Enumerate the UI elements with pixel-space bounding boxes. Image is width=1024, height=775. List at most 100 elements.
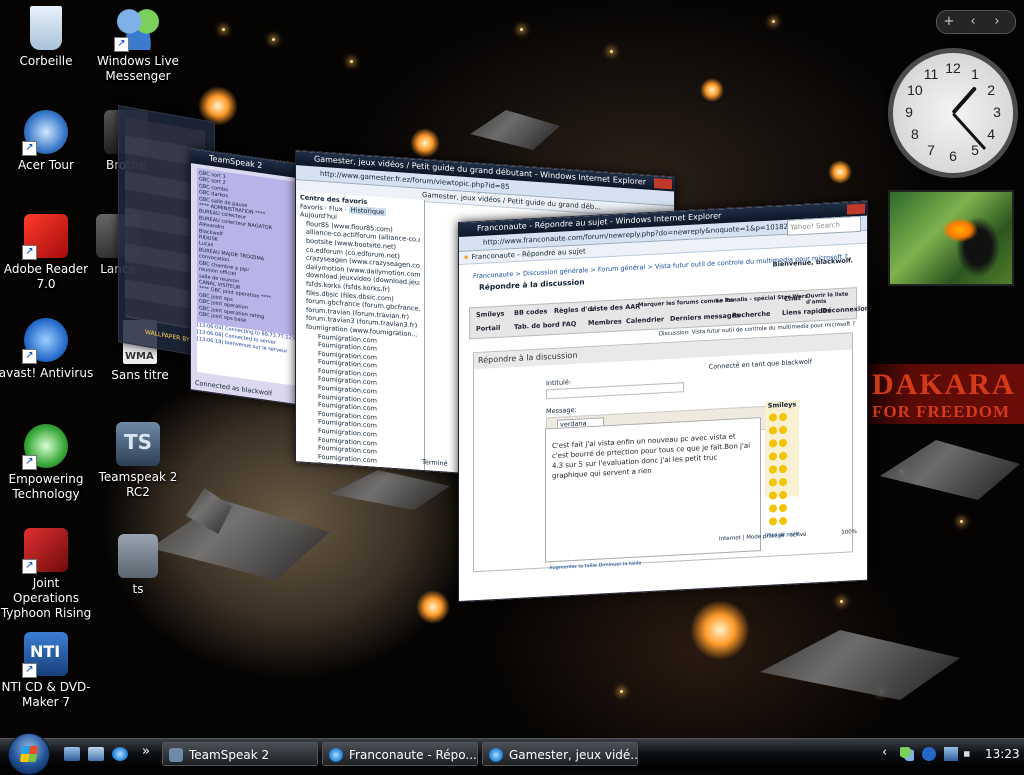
add-gadget-button[interactable]: + [937,11,961,32]
page-heading: Répondre à la discussion [479,278,585,292]
smiley-icon[interactable] [769,516,777,526]
desktop-icon-recycle-bin[interactable]: Corbeille [0,6,94,69]
clock-number: 3 [993,104,1001,120]
nav-bottom-link[interactable]: Recherche [732,310,770,320]
empowering-technology-icon: ↗ [22,424,68,470]
ie-icon[interactable] [112,747,128,761]
nav-top-link[interactable]: Liste des AAR [590,302,640,313]
nav-top-link[interactable]: Ouvrir la liste d'amis [806,291,856,306]
slideshow-gadget[interactable] [888,190,1014,286]
zoom-level[interactable]: 100% [841,528,857,537]
banner-subtitle: FOR FREEDOM [872,402,1011,421]
smileys-grid[interactable] [765,409,799,532]
ie-icon [489,748,503,762]
smiley-icon[interactable] [779,438,787,447]
taskbar-button-teamspeak[interactable]: TeamSpeak 2 [162,742,318,766]
tab-flux[interactable]: Flux [329,204,343,213]
nav-bottom-link[interactable]: Déconnexion [822,304,868,314]
taskbar-button-franconaute[interactable]: Franconaute - Répo... [322,742,478,766]
clock-number: 12 [945,60,961,76]
desktop-icon-ts[interactable]: ts [90,534,186,597]
status-bar: Terminé [422,458,448,469]
nav-bottom-link[interactable]: Calendrier [626,315,664,325]
channel-tree[interactable]: GBC sort 1 GBC sort 2 GBC combo GBC darkos G… [197,167,305,338]
desktop-icon-label: Corbeille [19,54,73,68]
quick-launch-chevron[interactable]: » [142,744,150,759]
windows-logo-icon [19,746,39,762]
taskbar-clock[interactable]: 13:23 [985,747,1020,761]
smiley-icon[interactable] [779,425,787,434]
history-list: flour85 (www.flour85.com) alliance-co.act… [300,219,420,489]
smiley-icon[interactable] [769,503,777,513]
desktop-icon-joint-operations[interactable]: ↗ Joint Operations Typhoon Rising [0,528,94,621]
smiley-icon[interactable] [769,425,777,435]
wallpaper-banner: DAKARA FOR FREEDOM [862,364,1024,424]
avast-icon: ↗ [22,318,68,364]
shortcut-arrow-icon: ↗ [22,455,37,470]
nti-icon: NTI ↗ [22,632,68,678]
smiley-icon[interactable] [779,477,787,486]
avast-tray-icon[interactable] [922,747,936,761]
smiley-icon[interactable] [779,516,787,525]
adobe-reader-icon: ↗ [22,214,68,260]
clock-number: 1 [971,65,979,82]
nav-bottom-link[interactable]: Membres [588,317,622,327]
desktop-icon-messenger[interactable]: ↗ Windows Live Messenger [90,6,186,84]
smiley-icon[interactable] [769,438,777,448]
desktop-icon-avast[interactable]: ↗ avast! Antivirus [0,318,94,381]
smiley-icon[interactable] [779,412,787,421]
next-gadget-button[interactable]: › [985,11,1009,32]
nav-bottom-link[interactable]: Derniers messages [670,311,740,323]
smiley-icon[interactable] [779,490,787,499]
clock-number: 6 [949,148,957,164]
close-icon[interactable] [847,203,865,215]
nav-bottom-link[interactable]: Portail [476,324,500,333]
desktop-icon-label: Sans titre [111,368,169,382]
smiley-icon[interactable] [769,490,777,500]
desktop-icon-empowering[interactable]: ↗ Empowering Technology [0,424,94,502]
title-label: Intitulé: [546,378,572,388]
smiley-icon[interactable] [779,464,787,473]
sidebar-controls: + ‹ › [936,10,1016,34]
network-tray-icon[interactable] [944,747,958,761]
smiley-icon[interactable] [769,477,777,487]
nav-top-link[interactable]: BB codes [514,307,547,317]
show-desktop-icon[interactable] [64,747,80,761]
recycle-bin-icon [30,6,62,50]
tray-chevron[interactable]: ‹ [882,745,887,760]
desktop-icon-teamspeak[interactable]: TS Teamspeak 2 RC2 [90,422,186,500]
desktop-icon-label: Teamspeak 2 RC2 [98,470,178,499]
smiley-icon[interactable] [769,412,777,422]
start-button[interactable] [8,733,50,775]
shortcut-arrow-icon: ↗ [114,37,129,52]
nav-bottom-link[interactable]: FAQ [562,320,576,329]
favorites-star-icon[interactable]: ★ [463,253,469,261]
messenger-tray-icon[interactable] [900,747,914,761]
desktop-icon-label: Joint Operations Typhoon Rising [0,576,92,620]
close-icon[interactable] [654,178,672,190]
desktop-icon-label: NTI CD & DVD-Maker 7 [1,680,91,709]
taskbar: » TeamSpeak 2 Franconaute - Répo... Game… [0,733,1024,775]
smiley-icon[interactable] [779,503,787,512]
clock-number: 8 [910,126,919,142]
switch-windows-icon[interactable] [88,747,104,761]
smiley-icon[interactable] [769,464,777,474]
prev-gadget-button[interactable]: ‹ [961,11,985,32]
nav-top-link[interactable]: Smileys [476,310,504,319]
flip3d-teamspeak-window[interactable]: TeamSpeak 2 GBC sort 1 GBC sort 2 GBC comb… [190,148,312,408]
smiley-icon[interactable] [769,451,777,461]
volume-tray-icon[interactable] [964,747,976,761]
shortcut-arrow-icon: ↗ [22,663,37,678]
flip3d-franconaute-window[interactable]: Franconaute - Répondre au sujet - Window… [458,200,868,602]
joint-operations-icon: ↗ [22,528,68,574]
nav-bottom-link[interactable]: Tab. de bord [514,321,560,331]
clock-gadget[interactable]: 12 1 2 3 4 5 6 7 8 9 10 11 [888,48,1018,178]
taskbar-button-gamester[interactable]: Gamester, jeux vidé... [482,742,638,766]
ts-badge: TS [124,430,153,454]
desktop-icon-label: Windows Live Messenger [97,54,179,83]
desktop-icon-nti[interactable]: NTI ↗ NTI CD & DVD-Maker 7 [0,632,94,710]
nav-top-link[interactable]: Règles d'or [554,305,595,315]
smiley-icon[interactable] [779,451,787,460]
nav-top-link[interactable]: Chat [784,294,801,303]
favorites-center[interactable]: Centre des favoris Favoris · Flux · Hist… [296,191,425,489]
